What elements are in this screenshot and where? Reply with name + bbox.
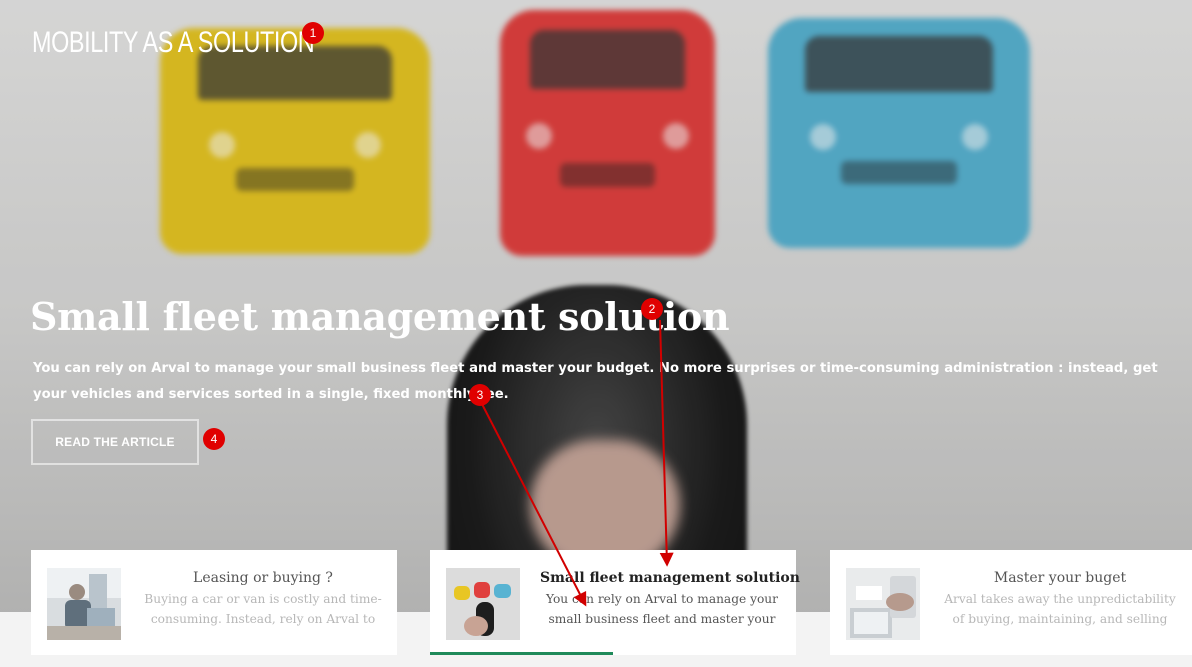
carousel-card-leasing[interactable]: Leasing or buying ? Buying a car or van … [31, 550, 397, 655]
section-kicker: MOBILITY AS A SOLUTION [32, 26, 315, 59]
calculator-photo-icon [846, 568, 920, 640]
annotation-badge-1: 1 [302, 22, 324, 44]
active-card-indicator [430, 652, 613, 655]
office-photo-icon [47, 568, 121, 640]
hero-title: Small fleet management solution [30, 294, 730, 339]
annotation-badge-2: 2 [641, 298, 663, 320]
annotation-badge-3: 3 [469, 384, 491, 406]
cars-and-key-photo-icon [446, 568, 520, 640]
annotation-badge-4: 4 [203, 428, 225, 450]
read-article-button[interactable]: READ THE ARTICLE [31, 419, 199, 465]
carousel-card-budget[interactable]: Master your buget Arval takes away the u… [830, 550, 1192, 655]
card-title: Leasing or buying ? [193, 570, 333, 586]
card-description: Buying a car or van is costly and time-c… [144, 592, 382, 626]
card-title: Small fleet management solution [540, 570, 800, 586]
card-description: You can rely on Arval to manage your sma… [545, 592, 778, 626]
card-title: Master your buget [993, 570, 1127, 586]
hero-description: You can rely on Arval to manage your sma… [33, 361, 1158, 402]
carousel-card-small-fleet[interactable]: Small fleet management solution You can … [430, 550, 800, 655]
card-description: Arval takes away the unpredictability of… [944, 592, 1176, 626]
